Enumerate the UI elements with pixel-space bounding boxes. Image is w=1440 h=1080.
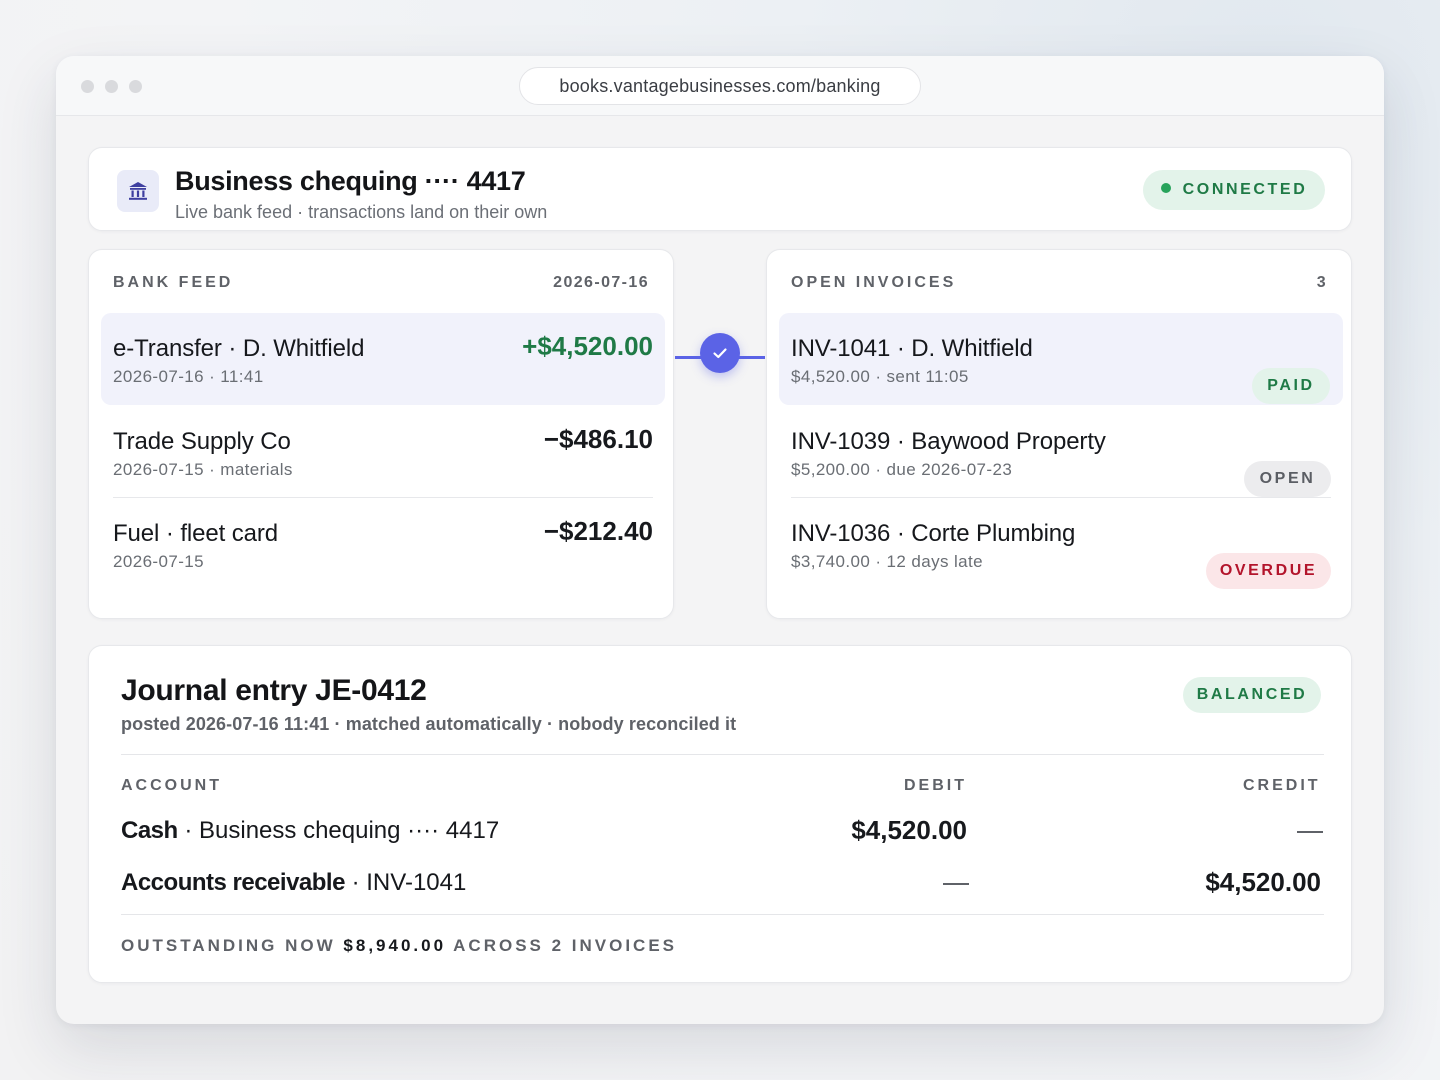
- window-close-dot[interactable]: [81, 80, 94, 93]
- bank-feed-date: 2026-07-16: [553, 274, 649, 291]
- journal-line-detail: · Business chequing ···· 4417: [177, 817, 500, 844]
- column-header-account: ACCOUNT: [121, 777, 222, 794]
- open-invoices-card: OPEN INVOICES 3 INV-1041 · D. Whitfield …: [766, 249, 1352, 619]
- invoices-count: 3: [1316, 274, 1327, 291]
- transaction-subtitle: 2026-07-15: [113, 552, 204, 571]
- status-dot-icon: [1160, 183, 1171, 193]
- invoice-row[interactable]: INV-1041 · D. Whitfield $4,520.00 · sent…: [779, 313, 1343, 405]
- transaction-title: e-Transfer · D. Whitfield: [113, 335, 365, 362]
- connection-status-badge: CONNECTED: [1143, 170, 1325, 210]
- url-bar[interactable]: books.vantagebusinesses.com/banking: [519, 67, 921, 105]
- outstanding-suffix: ACROSS 2 INVOICES: [453, 936, 678, 955]
- bank-icon: [117, 170, 159, 212]
- invoice-title: INV-1036 · Corte Plumbing: [791, 520, 1076, 547]
- connection-status-label: CONNECTED: [1182, 181, 1308, 198]
- journal-status-badge: BALANCED: [1183, 677, 1321, 713]
- journal-line: Cash · Business chequing ···· 4417: [121, 817, 499, 845]
- invoice-row[interactable]: INV-1036 · Corte Plumbing $3,740.00 · 12…: [791, 498, 1331, 590]
- outstanding-summary: OUTSTANDING NOW $8,940.00 ACROSS 2 INVOI…: [121, 936, 677, 956]
- account-header-card: Business chequing ···· 4417 Live bank fe…: [88, 147, 1352, 231]
- journal-entry-card: Journal entry JE-0412 posted 2026-07-16 …: [88, 645, 1352, 983]
- journal-line: Accounts receivable · INV-1041: [121, 869, 466, 897]
- check-icon[interactable]: [700, 333, 740, 373]
- bank-feed-row[interactable]: Fuel · fleet card 2026-07-15 −$212.40: [113, 498, 653, 590]
- transaction-title: Fuel · fleet card: [113, 520, 279, 547]
- invoice-subtitle: $3,740.00 · 12 days late: [791, 552, 984, 571]
- column-header-credit: CREDIT: [1243, 777, 1321, 794]
- invoice-status-badge: PAID: [1252, 368, 1330, 404]
- journal-line-account: Accounts receivable: [121, 869, 345, 896]
- bank-feed-heading: BANK FEED: [113, 274, 234, 291]
- invoice-subtitle: $5,200.00 · due 2026-07-23: [791, 460, 1013, 479]
- divider: [121, 754, 1324, 755]
- bank-feed-row[interactable]: Trade Supply Co 2026-07-15 · materials −…: [113, 406, 653, 498]
- invoice-subtitle: $4,520.00 · sent 11:05: [791, 367, 969, 386]
- browser-chrome: books.vantagebusinesses.com/banking: [56, 56, 1384, 116]
- transaction-title: Trade Supply Co: [113, 428, 291, 455]
- invoices-heading: OPEN INVOICES: [791, 274, 957, 291]
- journal-line-detail: · INV-1041: [344, 869, 467, 896]
- transaction-subtitle: 2026-07-15 · materials: [113, 460, 293, 479]
- transaction-amount: +$4,520.00: [522, 331, 653, 361]
- account-subtitle: Live bank feed · transactions land on th…: [175, 202, 548, 222]
- window-minimize-dot[interactable]: [105, 80, 118, 93]
- journal-subtitle: posted 2026-07-16 11:41 · matched automa…: [121, 714, 737, 734]
- bank-feed-row[interactable]: e-Transfer · D. Whitfield 2026-07-16 · 1…: [101, 313, 665, 405]
- invoice-status-badge: OPEN: [1244, 461, 1331, 497]
- invoice-title: INV-1041 · D. Whitfield: [791, 335, 1033, 362]
- journal-line-credit-empty: [1297, 831, 1323, 833]
- transaction-subtitle: 2026-07-16 · 11:41: [113, 367, 264, 386]
- invoice-title: INV-1039 · Baywood Property: [791, 428, 1106, 455]
- journal-line-credit: $4,520.00: [1205, 867, 1321, 897]
- transaction-amount: −$212.40: [543, 516, 653, 546]
- bank-feed-card: BANK FEED 2026-07-16 e-Transfer · D. Whi…: [88, 249, 674, 619]
- journal-line-account: Cash: [121, 817, 178, 844]
- browser-window: books.vantagebusinesses.com/banking Busi…: [56, 56, 1384, 1024]
- journal-line-debit-empty: [943, 883, 969, 885]
- transaction-amount: −$486.10: [543, 424, 653, 454]
- invoice-status-badge: OVERDUE: [1206, 553, 1331, 589]
- journal-line-debit: $4,520.00: [851, 815, 967, 845]
- account-title: Business chequing ···· 4417: [175, 166, 526, 196]
- window-maximize-dot[interactable]: [129, 80, 142, 93]
- column-header-debit: DEBIT: [904, 777, 967, 794]
- invoice-row[interactable]: INV-1039 · Baywood Property $5,200.00 · …: [791, 406, 1331, 498]
- journal-title: Journal entry JE-0412: [121, 674, 427, 707]
- outstanding-prefix: OUTSTANDING NOW: [121, 936, 336, 955]
- outstanding-amount: $8,940.00: [343, 936, 447, 955]
- divider: [121, 914, 1324, 915]
